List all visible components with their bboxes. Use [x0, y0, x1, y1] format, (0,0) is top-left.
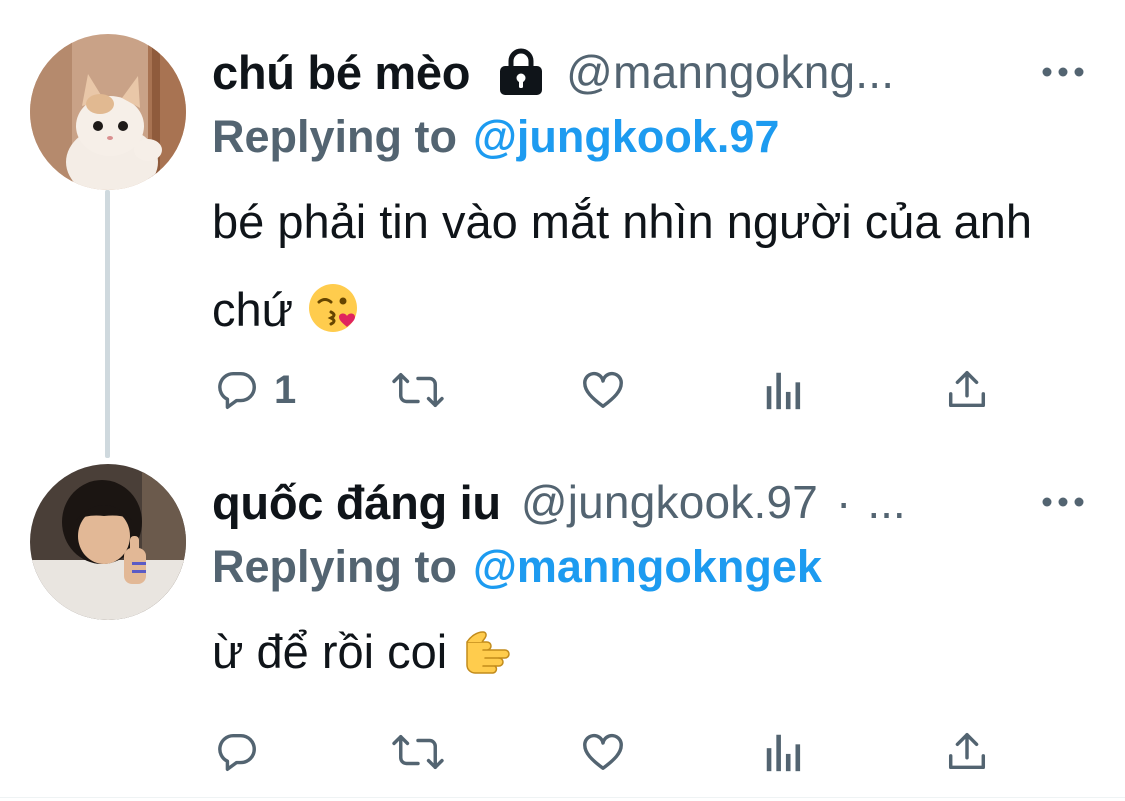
- retweet-icon: [390, 367, 446, 413]
- share-button[interactable]: [944, 722, 990, 782]
- reply-count: 1: [274, 367, 297, 412]
- replying-to-label: Replying to: [212, 541, 457, 592]
- face-blowing-a-kiss-icon: [307, 274, 359, 332]
- like-button[interactable]: [580, 360, 626, 420]
- like-icon: [580, 367, 626, 413]
- backhand-index-pointing-right-icon: [461, 616, 513, 674]
- retweet-icon: [390, 729, 446, 775]
- tweet[interactable]: chú bé mèo @manngokng... Replying to @ju…: [0, 0, 1125, 440]
- separator-dot: ·: [836, 476, 852, 528]
- tweet[interactable]: quốc đáng iu @jungkook.97 · ... Replying…: [0, 440, 1125, 798]
- replying-to-label: Replying to: [212, 111, 457, 162]
- share-icon: [944, 729, 990, 775]
- analytics-icon: [764, 367, 804, 413]
- replying-to: Replying to @manngokngek: [212, 534, 1085, 600]
- display-name[interactable]: quốc đáng iu: [212, 475, 501, 530]
- tweet-actions: 1: [212, 360, 1012, 420]
- reply-icon: [214, 367, 260, 413]
- tweet-actions: [212, 722, 1012, 782]
- lock-icon: [496, 48, 546, 96]
- bottom-divider: [0, 797, 1125, 798]
- person-avatar-image: [30, 464, 186, 620]
- replying-to-handle[interactable]: @manngokngek: [473, 541, 822, 593]
- avatar[interactable]: [30, 464, 186, 620]
- share-button[interactable]: [944, 360, 990, 420]
- reply-button[interactable]: [214, 722, 274, 782]
- analytics-button[interactable]: [764, 360, 804, 420]
- reply-button[interactable]: 1: [214, 360, 296, 420]
- tweet-text: bé phải tin vào mắt nhìn người của anh c…: [212, 178, 1092, 354]
- tweet-text-content: ừ để rồi coi: [212, 625, 448, 678]
- analytics-icon: [764, 729, 804, 775]
- tweet-text: ừ để rồi coi: [212, 608, 1092, 696]
- user-handle[interactable]: @manngokng...: [566, 45, 894, 99]
- replying-to: Replying to @jungkook.97: [212, 104, 1085, 170]
- avatar[interactable]: [30, 34, 186, 190]
- retweet-button[interactable]: [390, 722, 446, 782]
- more-icon[interactable]: [1041, 492, 1085, 512]
- analytics-button[interactable]: [764, 722, 804, 782]
- replying-to-handle[interactable]: @jungkook.97: [473, 111, 779, 163]
- display-name[interactable]: chú bé mèo: [212, 45, 470, 100]
- more-icon[interactable]: [1041, 62, 1085, 82]
- user-handle[interactable]: @jungkook.97: [521, 475, 818, 529]
- truncated-timestamp: ...: [867, 476, 906, 528]
- like-button[interactable]: [580, 722, 626, 782]
- like-icon: [580, 729, 626, 775]
- share-icon: [944, 367, 990, 413]
- kitten-avatar-image: [30, 34, 186, 190]
- reply-icon: [214, 729, 260, 775]
- retweet-button[interactable]: [390, 360, 446, 420]
